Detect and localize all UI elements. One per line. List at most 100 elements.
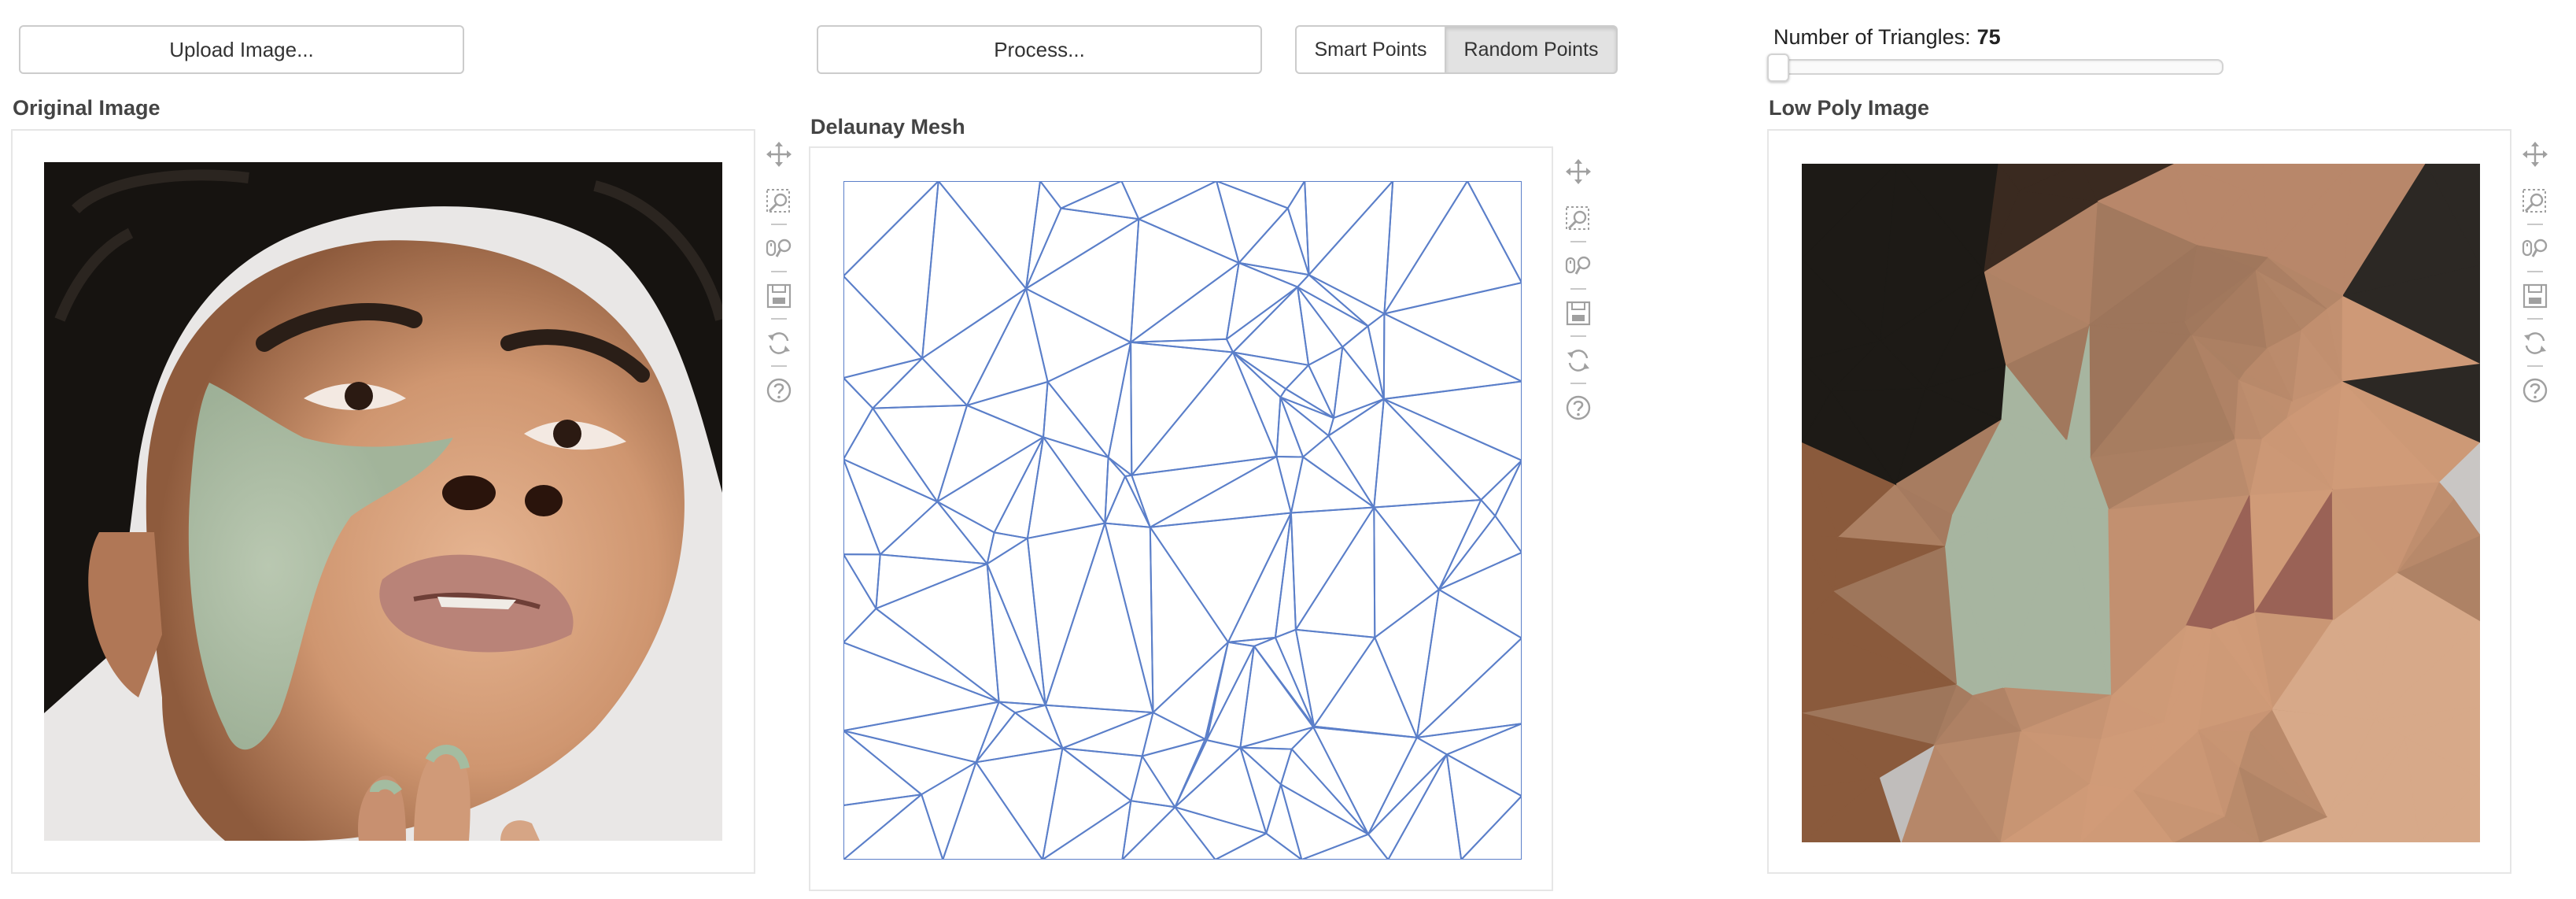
box-zoom-icon[interactable]: [2519, 186, 2551, 217]
mesh-triangle: [843, 608, 1000, 703]
mesh-triangle: [1437, 551, 1522, 639]
wheel-zoom-icon[interactable]: [1563, 250, 1594, 282]
mesh-triangle: [879, 501, 988, 565]
mesh-triangle: [1130, 261, 1240, 343]
mesh-triangle: [942, 761, 1043, 860]
smart-points-toggle[interactable]: Smart Points: [1295, 25, 1446, 74]
save-icon[interactable]: [763, 280, 795, 312]
mesh-triangle: [1437, 499, 1497, 590]
random-points-toggle[interactable]: Random Points: [1446, 25, 1618, 74]
mesh-triangle: [1149, 526, 1229, 714]
mesh-triangle: [1302, 435, 1375, 509]
mesh-triangle: [1149, 512, 1292, 643]
mesh-triangle: [843, 357, 924, 409]
save-icon[interactable]: [2519, 280, 2551, 312]
triangles-slider-handle[interactable]: [1767, 54, 1789, 82]
mesh-triangle: [936, 404, 1044, 503]
original-image-title: Original Image: [13, 96, 161, 120]
mesh-triangle: [1301, 833, 1389, 860]
help-icon[interactable]: [1563, 392, 1594, 424]
mesh-triangle: [986, 537, 1046, 706]
mesh-triangle: [1274, 512, 1297, 638]
box-zoom-icon[interactable]: [763, 186, 795, 217]
mesh-triangle: [1025, 287, 1132, 383]
mesh-triangle: [1286, 181, 1310, 276]
mesh-triangle: [843, 701, 1000, 764]
pan-icon[interactable]: [763, 139, 795, 170]
pan-icon[interactable]: [2519, 139, 2551, 170]
mesh-triangle: [936, 501, 995, 565]
mesh-triangle: [843, 730, 977, 796]
mesh-triangle: [843, 642, 1000, 732]
mesh-triangle: [1445, 753, 1522, 860]
mesh-triangle: [921, 287, 1027, 406]
point-mode-toggle-group: Smart Points Random Points: [1295, 25, 1618, 74]
mesh-triangle: [1285, 364, 1334, 419]
upload-image-button[interactable]: Upload Image...: [19, 25, 464, 74]
toolbar-separator: [771, 318, 787, 320]
original-image: [44, 162, 722, 841]
mesh-triangle: [1342, 325, 1385, 400]
mesh-triangle: [975, 747, 1064, 860]
low-poly-image-plot[interactable]: [1767, 129, 2511, 874]
box-zoom-icon[interactable]: [1563, 203, 1594, 235]
mesh-triangle: [1039, 181, 1123, 209]
mesh-triangle: [1232, 351, 1310, 390]
mesh-triangle: [843, 553, 881, 610]
mesh-triangle: [1121, 800, 1176, 860]
save-icon[interactable]: [1563, 298, 1594, 329]
mesh-triangle: [1225, 261, 1299, 340]
pan-icon[interactable]: [1563, 156, 1594, 187]
mesh-triangle: [1044, 704, 1154, 749]
process-button[interactable]: Process...: [817, 25, 1262, 74]
mesh-triangle: [1174, 739, 1242, 808]
wheel-zoom-icon[interactable]: [763, 233, 795, 265]
mesh-triangle: [875, 553, 988, 610]
wheel-zoom-icon[interactable]: [2519, 233, 2551, 265]
mesh-triangle: [1275, 396, 1305, 458]
reset-icon[interactable]: [1563, 345, 1594, 376]
mesh-triangle: [1387, 753, 1463, 860]
toolbar-separator: [771, 224, 787, 225]
help-icon[interactable]: [763, 375, 795, 406]
mesh-triangle: [1225, 286, 1299, 353]
mesh-triangle: [1174, 806, 1268, 860]
slider-value: 75: [1976, 25, 2001, 49]
mesh-triangle: [1294, 506, 1376, 638]
mesh-triangle: [1104, 475, 1151, 528]
reset-icon[interactable]: [763, 327, 795, 359]
mesh-triangle: [1290, 506, 1375, 631]
mesh-triangle: [1026, 522, 1106, 706]
reset-icon[interactable]: [2519, 327, 2551, 359]
mesh-triangle: [975, 712, 1064, 764]
help-icon[interactable]: [2519, 375, 2551, 406]
mesh-triangle: [1239, 746, 1282, 834]
mesh-triangle: [1290, 726, 1369, 835]
original-image-plot[interactable]: [11, 129, 755, 874]
delaunay-mesh-plot[interactable]: [809, 146, 1553, 891]
toolbar-separator: [771, 365, 787, 367]
mesh-triangle: [1313, 636, 1418, 738]
toolbar-separator: [2527, 271, 2543, 272]
mesh-triangle: [1367, 736, 1448, 835]
mesh-triangle: [1415, 723, 1522, 756]
mesh-triangle: [1275, 456, 1305, 514]
mesh-triangle: [1025, 218, 1140, 343]
mesh-triangle: [1044, 522, 1154, 714]
mesh-triangle: [1131, 351, 1278, 476]
mesh-triangle: [1025, 181, 1062, 290]
mesh-triangle: [1216, 181, 1306, 209]
mesh-triangle: [843, 553, 877, 644]
mesh-triangle: [1279, 783, 1369, 860]
mesh-triangle: [1373, 506, 1440, 638]
mesh-triangle: [1290, 456, 1375, 514]
mesh-triangle: [1367, 753, 1448, 860]
triangles-slider-track[interactable]: [1770, 59, 2224, 75]
low-poly-image: [1802, 164, 2480, 842]
mesh-triangle: [921, 761, 977, 860]
mesh-triangle: [843, 407, 939, 503]
mesh-triangle: [843, 458, 939, 556]
mesh-triangle: [1382, 398, 1522, 501]
mesh-triangle: [1107, 457, 1133, 477]
mesh-triangle: [1138, 181, 1240, 264]
